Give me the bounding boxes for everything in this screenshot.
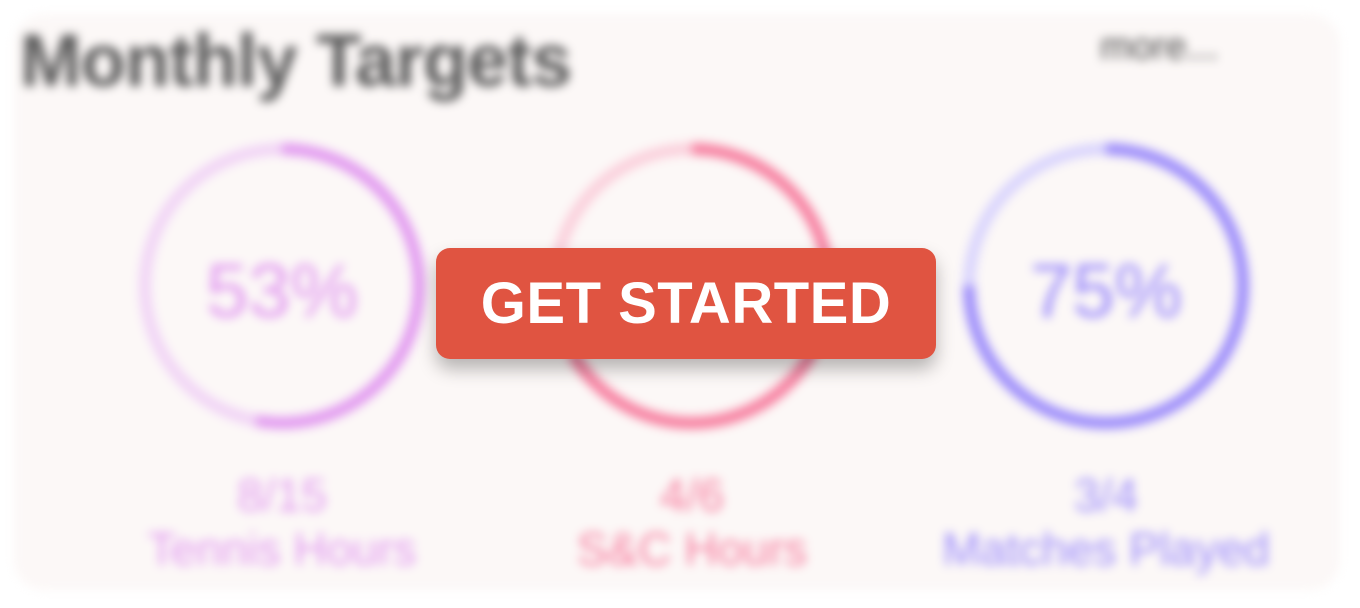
percent-label: 53%	[205, 249, 359, 334]
target-label: S&C Hours	[576, 523, 808, 575]
onboarding-screen: Monthly Targets more... 53% 8/15 Tennis …	[0, 0, 1360, 608]
get-started-button[interactable]: GET STARTED	[436, 248, 936, 359]
target-label: Matches Played	[942, 523, 1270, 575]
target-matches-played: 75% 3/4 Matches Played	[936, 136, 1276, 586]
count-label: 3/4	[1074, 469, 1138, 521]
target-sc-hours: 4/6 S&C Hours	[522, 136, 862, 586]
target-label: Tennis Hours	[147, 523, 417, 575]
count-label: 8/15	[237, 469, 327, 521]
target-tennis-hours: 53% 8/15 Tennis Hours	[112, 136, 452, 586]
count-label: 4/6	[660, 469, 724, 521]
more-link[interactable]: more...	[1100, 26, 1218, 69]
card-title: Monthly Targets	[20, 19, 572, 102]
percent-label: 75%	[1029, 249, 1183, 334]
